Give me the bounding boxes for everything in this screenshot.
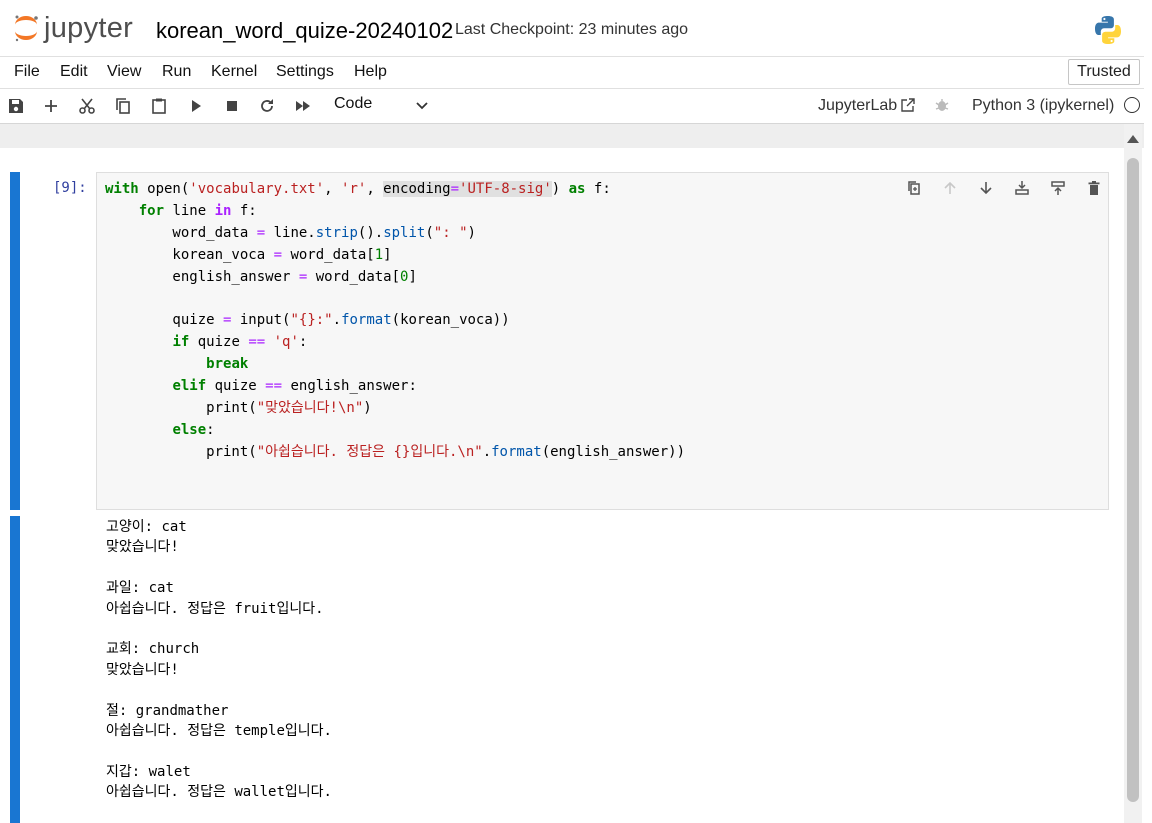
python-logo-icon xyxy=(1095,16,1121,44)
code-line: for line in f: xyxy=(138,202,257,219)
kernel-name[interactable]: Python 3 (ipykernel) xyxy=(972,97,1114,115)
scroll-up-icon[interactable] xyxy=(1127,135,1139,143)
kernel-status-icon xyxy=(1124,97,1140,113)
code-line: english_answer = word_data[0] xyxy=(105,268,417,285)
chevron-down-icon[interactable] xyxy=(414,97,430,113)
notebook-top-band xyxy=(0,124,1144,148)
restart-icon[interactable] xyxy=(255,94,279,118)
code-line: elif quize == english_answer: xyxy=(172,378,417,395)
code-line: else: xyxy=(172,421,215,438)
paste-icon[interactable] xyxy=(147,94,171,118)
cell-type-select[interactable]: Code xyxy=(334,95,372,113)
menu-view[interactable]: View xyxy=(107,63,141,81)
output-line: 교회: church xyxy=(106,641,200,658)
code-line: word_data = line.strip().split(": ") xyxy=(105,224,476,241)
code-line: quize = input("{}:".format(korean_voca)) xyxy=(105,312,510,329)
move-up-icon[interactable] xyxy=(940,178,960,198)
output-line: 아쉽습니다. 정답은 temple입니다. xyxy=(106,723,332,740)
code-line: break xyxy=(206,356,249,373)
cut-icon[interactable] xyxy=(75,94,99,118)
menu-run[interactable]: Run xyxy=(162,63,191,81)
cell-toolbar xyxy=(904,178,1104,200)
external-link-icon[interactable] xyxy=(900,97,916,113)
delete-icon[interactable] xyxy=(1084,178,1104,198)
cell-output: 고양이: cat 맞았습니다! 과일: cat 아쉽습니다. 정답은 fruit… xyxy=(106,517,332,803)
code-line: korean_voca = word_data[1] xyxy=(105,246,392,263)
move-down-icon[interactable] xyxy=(976,178,996,198)
output-line: 절: grandmather xyxy=(106,702,229,719)
jupyter-logo-icon xyxy=(15,15,38,42)
cell-collapser[interactable] xyxy=(10,172,20,510)
output-line: 맞았습니다! xyxy=(106,661,179,678)
output-line: 아쉽습니다. 정답은 fruit입니다. xyxy=(106,600,324,617)
output-line: 고양이: cat xyxy=(106,519,187,535)
code-line: if quize == 'q': xyxy=(172,334,308,351)
output-line: 과일: cat xyxy=(106,580,174,597)
duplicate-icon[interactable] xyxy=(904,178,924,198)
save-icon[interactable] xyxy=(4,94,28,118)
menu-edit[interactable]: Edit xyxy=(60,63,88,81)
menu-kernel[interactable]: Kernel xyxy=(211,63,257,81)
jupyter-logo[interactable]: jupyter xyxy=(12,12,144,48)
notebook-title[interactable]: korean_word_quize-20240102 xyxy=(156,18,453,44)
code-line: with open('vocabulary.txt', 'r', encodin… xyxy=(105,181,611,197)
notebook-toolbar: Code JupyterLab Python 3 (ipykernel) xyxy=(0,89,1144,124)
notebook-header: jupyter korean_word_quize-20240102 Last … xyxy=(0,0,1144,57)
menu-settings[interactable]: Settings xyxy=(276,63,334,81)
output-line: 아쉽습니다. 정답은 wallet입니다. xyxy=(106,784,332,801)
insert-below-icon[interactable] xyxy=(1048,178,1068,198)
output-collapser[interactable] xyxy=(10,516,20,823)
jupyter-logo-text: jupyter xyxy=(44,12,134,44)
run-icon[interactable] xyxy=(184,94,208,118)
vertical-scrollbar[interactable] xyxy=(1124,124,1142,823)
menu-file[interactable]: File xyxy=(14,63,40,81)
last-checkpoint: Last Checkpoint: 23 minutes ago xyxy=(455,21,689,38)
run-all-icon[interactable] xyxy=(291,94,315,118)
code-editor[interactable]: with open('vocabulary.txt', 'r', encodin… xyxy=(96,172,1109,510)
code-line: print("맞았습니다!\n") xyxy=(105,400,372,417)
scrollbar-thumb[interactable] xyxy=(1127,158,1139,802)
insert-above-icon[interactable] xyxy=(1012,178,1032,198)
output-line: 지갑: walet xyxy=(106,763,191,780)
stop-icon[interactable] xyxy=(220,94,244,118)
debugger-icon[interactable] xyxy=(934,97,950,113)
code-content[interactable]: with open('vocabulary.txt', 'r', encodin… xyxy=(105,179,685,464)
trusted-indicator[interactable]: Trusted xyxy=(1068,59,1140,85)
menu-help[interactable]: Help xyxy=(354,63,387,81)
code-line: print("아쉽습니다. 정답은 {}입니다.\n".format(engli… xyxy=(105,443,685,460)
open-jupyterlab-link[interactable]: JupyterLab xyxy=(818,97,897,115)
execution-count: [9]: xyxy=(53,180,87,196)
output-line: 맞았습니다! xyxy=(106,539,179,556)
menu-bar: File Edit View Run Kernel Settings Help xyxy=(0,57,1144,89)
add-cell-icon[interactable] xyxy=(39,94,63,118)
copy-icon[interactable] xyxy=(111,94,135,118)
